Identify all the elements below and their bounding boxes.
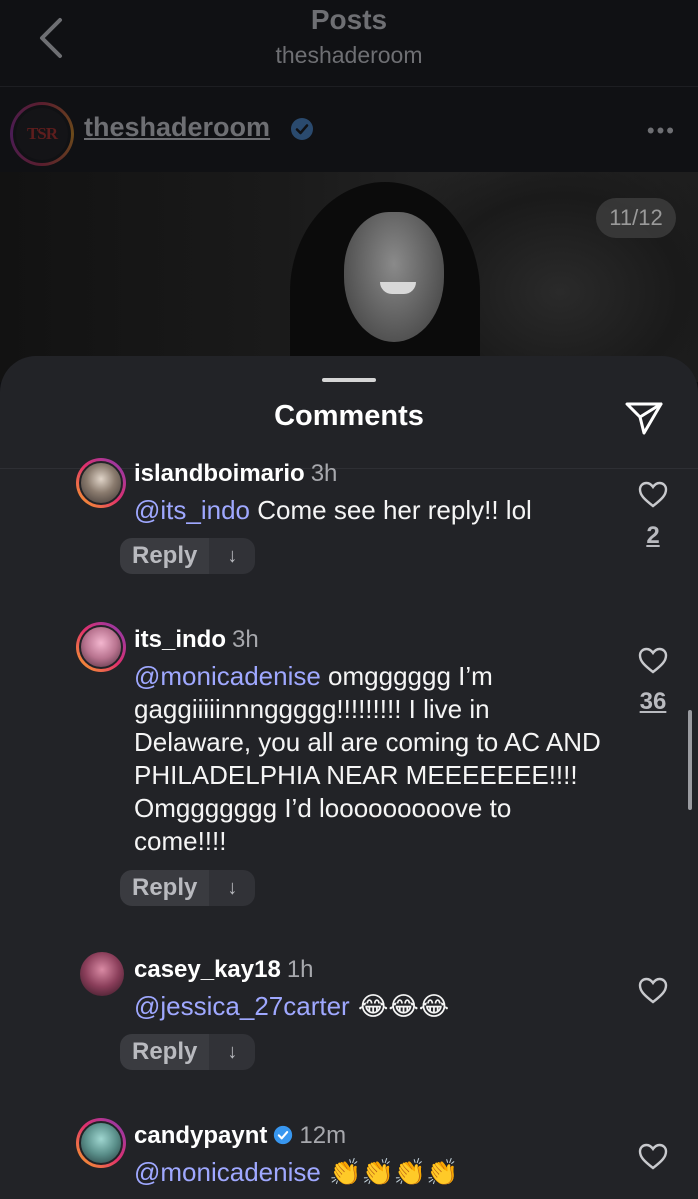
comment-text: @monicadenise omgggggg I’m gaggiiiiinnng… xyxy=(134,660,604,858)
comments-sheet: Comments islandboimario 3h @its_indo Come… xyxy=(0,356,698,1199)
heart-icon[interactable] xyxy=(638,480,668,508)
avatar[interactable] xyxy=(76,622,126,672)
comment-body: 😂😂😂 xyxy=(349,992,450,1022)
post-avatar[interactable]: TSR xyxy=(10,102,74,166)
comment-body: Come see her reply!! lol xyxy=(250,495,532,525)
nav-subtitle: theshaderoom xyxy=(275,42,423,68)
comment-username[interactable]: its_indo 3h xyxy=(134,626,259,654)
like-count[interactable]: 2 xyxy=(620,522,686,550)
comment-time: 12m xyxy=(299,1122,347,1149)
post-screen: Posts theshaderoom TSR theshaderoom ••• … xyxy=(0,0,698,382)
heart-icon[interactable] xyxy=(638,976,668,1004)
reply-control: Reply ↓ xyxy=(120,538,256,574)
username-text[interactable]: casey_kay18 xyxy=(134,956,281,983)
post-username[interactable]: theshaderoom xyxy=(84,112,270,143)
reply-control: Reply ↓ xyxy=(120,1034,256,1070)
nav-title: Posts xyxy=(310,4,388,35)
avatar[interactable] xyxy=(80,952,124,996)
more-icon[interactable]: ••• xyxy=(647,118,676,144)
post-header: TSR theshaderoom ••• xyxy=(0,92,698,170)
heart-icon[interactable] xyxy=(638,646,668,674)
comment-body: 👏👏👏👏 xyxy=(320,1158,459,1188)
sheet-grabber[interactable] xyxy=(322,378,376,382)
verified-badge-icon xyxy=(291,118,313,140)
avatar[interactable] xyxy=(76,458,126,508)
reply-button[interactable]: Reply xyxy=(120,870,210,906)
comment-time: 3h xyxy=(232,626,259,653)
verified-badge-icon xyxy=(274,1125,293,1145)
send-icon[interactable] xyxy=(624,400,664,436)
sheet-title: Comments xyxy=(274,400,424,432)
username-text[interactable]: islandboimario xyxy=(134,460,305,487)
photo-face xyxy=(344,212,444,342)
mention-link[interactable]: @its_indo xyxy=(134,495,250,525)
comment-text: @its_indo Come see her reply!! lol xyxy=(134,494,614,527)
comment-text: @monicadenise 👏👏👏👏 xyxy=(134,1156,614,1190)
reply-button[interactable]: Reply xyxy=(120,538,210,574)
comment-text: @jessica_27carter 😂😂😂 xyxy=(134,990,614,1024)
image-counter: 11/12 xyxy=(596,198,676,238)
username-text[interactable]: candypaynt xyxy=(134,1122,267,1149)
comment-username[interactable]: islandboimario 3h xyxy=(134,460,337,488)
like-count[interactable]: 36 xyxy=(620,688,686,716)
arrow-down-icon[interactable]: ↓ xyxy=(209,538,256,574)
nav-divider xyxy=(0,86,698,87)
mention-link[interactable]: @monicadenise xyxy=(134,661,321,691)
top-nav: Posts theshaderoom xyxy=(0,0,698,86)
avatar[interactable] xyxy=(76,1118,126,1168)
arrow-down-icon[interactable]: ↓ xyxy=(209,1034,256,1070)
reply-button[interactable]: Reply xyxy=(120,1034,210,1070)
comment-username[interactable]: casey_kay18 1h xyxy=(134,956,314,984)
post-image: 11/12 xyxy=(0,172,698,382)
comment-username[interactable]: candypaynt 12m xyxy=(134,1122,346,1150)
tsr-logo: TSR xyxy=(26,124,58,143)
heart-icon[interactable] xyxy=(638,1142,668,1170)
mention-link[interactable]: @jessica_27carter xyxy=(134,991,350,1021)
arrow-down-icon[interactable]: ↓ xyxy=(209,870,256,906)
comment-time: 1h xyxy=(286,956,314,983)
comment-time: 3h xyxy=(310,460,338,487)
mention-link[interactable]: @monicadenise xyxy=(134,1157,321,1187)
scrollbar[interactable] xyxy=(688,710,692,810)
username-text[interactable]: its_indo xyxy=(134,626,226,653)
reply-control: Reply ↓ xyxy=(120,870,256,906)
